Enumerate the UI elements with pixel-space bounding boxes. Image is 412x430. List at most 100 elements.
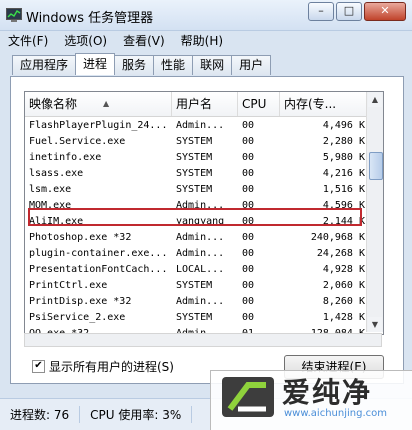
cell-user-name: LOCAL... xyxy=(176,264,225,275)
table-row[interactable]: Fuel.Service.exe SYSTEM 00 2,280 K xyxy=(25,134,367,150)
cell-memory: 4,496 K xyxy=(322,120,365,131)
cell-cpu: 00 xyxy=(242,216,255,227)
menu-bar: 文件(F) 选项(O) 查看(V) 帮助(H) xyxy=(0,30,412,50)
tab-performance[interactable]: 性能 xyxy=(153,55,194,75)
cell-memory: 4,928 K xyxy=(322,264,365,275)
cell-image-name: FlashPlayerPlugin_24... xyxy=(29,120,168,131)
cell-cpu: 00 xyxy=(242,200,255,211)
cell-memory: 1,428 K xyxy=(322,312,365,323)
process-count: 进程数: 76 xyxy=(0,406,81,423)
table-row[interactable]: lsass.exe SYSTEM 00 4,216 K xyxy=(25,166,367,182)
column-label: 映像名称 xyxy=(29,97,78,111)
cell-cpu: 00 xyxy=(242,184,255,195)
cell-cpu: 00 xyxy=(242,232,255,243)
watermark-url: www.aichunjing.com xyxy=(284,408,387,419)
cell-memory: 2,144 K xyxy=(322,216,365,227)
tab-networking[interactable]: 联网 xyxy=(192,55,233,75)
cell-user-name: Admin... xyxy=(176,120,225,131)
show-all-users-option[interactable]: ✔ 显示所有用户的进程(S) xyxy=(32,358,174,375)
cell-user-name: Admin... xyxy=(176,296,225,307)
column-headers: 映像名称 ▲ 用户名 CPU 内存(专... xyxy=(25,92,367,117)
scroll-down-icon[interactable]: ▼ xyxy=(368,317,382,332)
tab-applications[interactable]: 应用程序 xyxy=(12,55,77,75)
show-all-users-label: 显示所有用户的进程(S) xyxy=(49,360,174,374)
sort-up-icon: ▲ xyxy=(103,99,110,108)
tab-users[interactable]: 用户 xyxy=(231,55,272,75)
menu-view[interactable]: 查看(V) xyxy=(115,30,173,50)
cell-user-name: SYSTEM xyxy=(176,152,213,163)
cell-cpu: 00 xyxy=(242,120,255,131)
minimize-button[interactable]: – xyxy=(308,2,334,21)
cell-user-name: SYSTEM xyxy=(176,136,213,147)
cell-user-name: SYSTEM xyxy=(176,184,213,195)
watermark-title: 爱纯净 xyxy=(282,376,373,409)
cell-user-name: SYSTEM xyxy=(176,312,213,323)
window-title: Windows 任务管理器 xyxy=(26,11,154,26)
column-memory[interactable]: 内存(专... xyxy=(280,92,367,116)
tab-services[interactable]: 服务 xyxy=(114,55,155,75)
vertical-scrollbar[interactable]: ▲ ▼ xyxy=(366,92,383,332)
cell-memory: 5,980 K xyxy=(322,152,365,163)
cell-memory: 2,060 K xyxy=(322,280,365,291)
watermark-logo-icon xyxy=(222,377,274,417)
cell-image-name: Photoshop.exe *32 xyxy=(29,232,132,243)
cell-image-name: Fuel.Service.exe xyxy=(29,136,126,147)
table-row[interactable]: PrintDisp.exe *32 Admin... 00 8,260 K xyxy=(25,294,367,310)
cell-cpu: 00 xyxy=(242,280,255,291)
scroll-thumb[interactable] xyxy=(369,152,383,180)
table-row[interactable]: AliIM.exe yangyang 00 2,144 K xyxy=(25,214,367,230)
show-all-users-checkbox[interactable]: ✔ xyxy=(32,360,45,373)
cell-user-name: Admin... xyxy=(176,248,225,259)
task-manager-icon xyxy=(6,8,22,22)
cell-image-name: PsiService_2.exe xyxy=(29,312,126,323)
menu-options[interactable]: 选项(O) xyxy=(56,30,115,50)
cell-memory: 240,968 K xyxy=(310,232,365,243)
tab-processes[interactable]: 进程 xyxy=(75,53,116,75)
title-bar: Windows 任务管理器 – □ ✕ xyxy=(0,0,412,31)
cell-cpu: 00 xyxy=(242,312,255,323)
table-row[interactable]: Photoshop.exe *32 Admin... 00 240,968 K xyxy=(25,230,367,246)
table-row[interactable]: MOM.exe Admin... 00 4,596 K xyxy=(25,198,367,214)
process-rows: FlashPlayerPlugin_24... Admin... 00 4,496 K… xyxy=(25,118,367,334)
cell-user-name: Admin... xyxy=(176,232,225,243)
cell-image-name: inetinfo.exe xyxy=(29,152,102,163)
process-list: 映像名称 ▲ 用户名 CPU 内存(专... FlashPlayerPlugin… xyxy=(24,91,384,335)
table-row[interactable]: lsm.exe SYSTEM 00 1,516 K xyxy=(25,182,367,198)
table-row[interactable]: PsiService_2.exe SYSTEM 00 1,428 K xyxy=(25,310,367,326)
cell-cpu: 00 xyxy=(242,248,255,259)
horizontal-scrollbar[interactable] xyxy=(24,333,382,347)
cell-image-name: plugin-container.exe... xyxy=(29,248,168,259)
cell-image-name: lsass.exe xyxy=(29,168,84,179)
cell-cpu: 00 xyxy=(242,136,255,147)
cell-user-name: SYSTEM xyxy=(176,168,213,179)
column-cpu[interactable]: CPU xyxy=(238,92,280,116)
tab-bar: 应用程序 进程 服务 性能 联网 用户 xyxy=(12,53,272,76)
cell-memory: 24,268 K xyxy=(316,248,365,259)
cell-cpu: 00 xyxy=(242,168,255,179)
cell-cpu: 00 xyxy=(242,264,255,275)
cell-user-name: Admin... xyxy=(176,200,225,211)
cell-memory: 4,216 K xyxy=(322,168,365,179)
table-row[interactable]: FlashPlayerPlugin_24... Admin... 00 4,496 K xyxy=(25,118,367,134)
maximize-button[interactable]: □ xyxy=(336,2,362,21)
table-row[interactable]: PrintCtrl.exe SYSTEM 00 2,060 K xyxy=(25,278,367,294)
column-image-name[interactable]: 映像名称 ▲ xyxy=(25,92,172,116)
table-row[interactable]: PresentationFontCach... LOCAL... 00 4,928 K xyxy=(25,262,367,278)
cell-memory: 2,280 K xyxy=(322,136,365,147)
cell-image-name: PrintDisp.exe *32 xyxy=(29,296,132,307)
cell-image-name: PrintCtrl.exe xyxy=(29,280,108,291)
cell-cpu: 00 xyxy=(242,296,255,307)
cell-image-name: lsm.exe xyxy=(29,184,72,195)
menu-file[interactable]: 文件(F) xyxy=(0,30,56,50)
scroll-up-icon[interactable]: ▲ xyxy=(368,92,382,107)
menu-help[interactable]: 帮助(H) xyxy=(173,30,231,50)
cpu-usage: CPU 使用率: 3% xyxy=(80,406,193,423)
close-button[interactable]: ✕ xyxy=(364,2,406,21)
table-row[interactable]: plugin-container.exe... Admin... 00 24,268 … xyxy=(25,246,367,262)
column-user-name[interactable]: 用户名 xyxy=(172,92,238,116)
cell-image-name: MOM.exe xyxy=(29,200,72,211)
cell-user-name: yangyang xyxy=(176,216,225,227)
cell-memory: 8,260 K xyxy=(322,296,365,307)
cell-user-name: SYSTEM xyxy=(176,280,213,291)
table-row[interactable]: inetinfo.exe SYSTEM 00 5,980 K xyxy=(25,150,367,166)
